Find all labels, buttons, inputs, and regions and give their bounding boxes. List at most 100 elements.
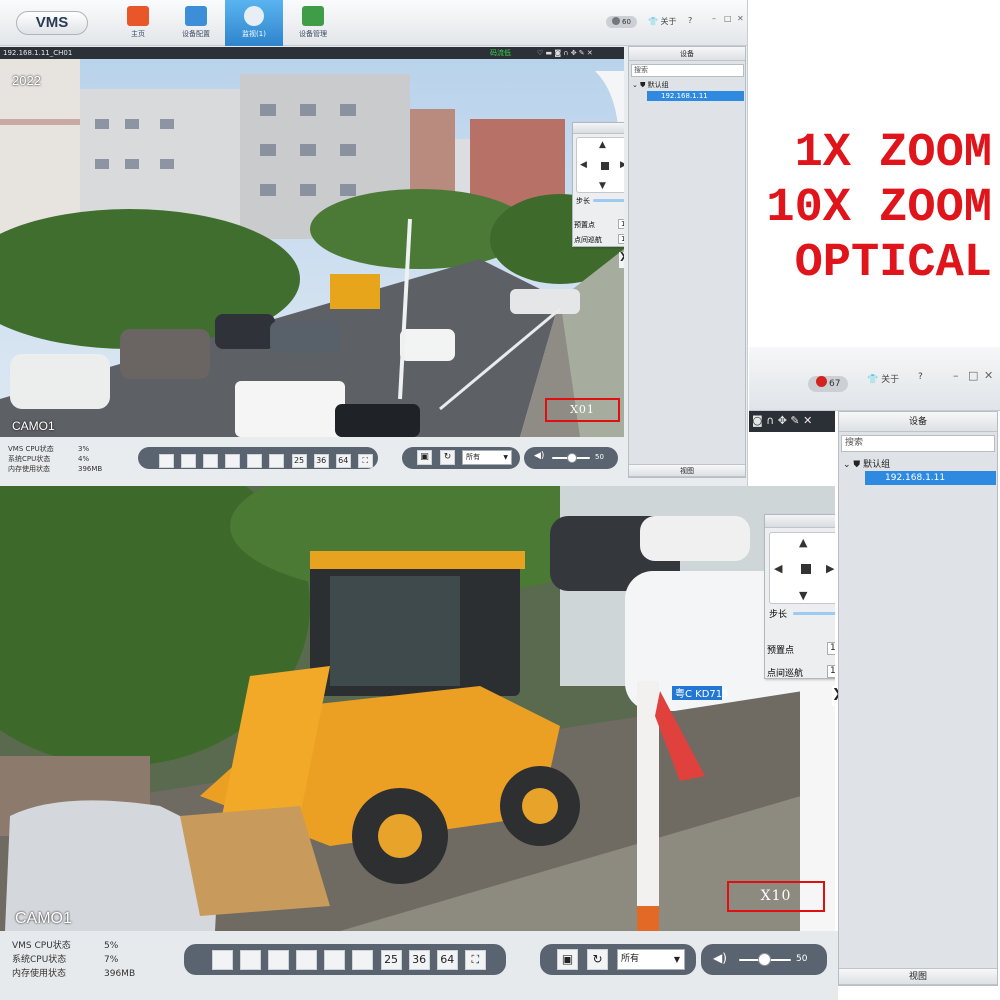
speaker-icon[interactable]: ◀) — [534, 451, 544, 461]
right-arrow-icon[interactable]: ▶ — [620, 160, 624, 170]
volume-knob-10x[interactable] — [758, 953, 771, 966]
layout-64-button[interactable]: 64 — [436, 949, 458, 970]
camera-name-overlay: CAMO1 — [12, 419, 55, 433]
stop-icon[interactable] — [601, 162, 609, 170]
camera-name-overlay-10x: CAMO1 — [15, 910, 72, 927]
cruise-select-10x[interactable]: 1 — [827, 665, 835, 678]
preset-select-10x[interactable]: 1 — [827, 642, 835, 655]
preset-label: 预置点 — [574, 221, 595, 229]
preset-select[interactable]: 1 — [618, 219, 624, 229]
plate-text: 粤C KD715 — [675, 687, 729, 700]
minimize-icon[interactable]: – — [953, 369, 959, 382]
cruise-select[interactable]: 1 — [618, 234, 624, 244]
save-icon[interactable]: ▣ — [557, 949, 578, 970]
down-arrow-icon[interactable]: ▼ — [599, 181, 606, 191]
volume-toolbar: ◀) 50 — [524, 447, 618, 469]
left-arrow-icon[interactable]: ◀ — [580, 160, 587, 170]
alarm-icon — [612, 17, 620, 25]
vms-cpu-value-10x: 5% — [104, 941, 119, 951]
panel-expand-icon[interactable]: ❯ — [619, 252, 624, 268]
ptz-direction-pad-10x[interactable]: ▲ ▼ ◀ ▶ — [769, 532, 835, 604]
step-slider-10x[interactable] — [793, 612, 835, 615]
help-button[interactable]: ? — [688, 16, 692, 25]
fullscreen-icon[interactable]: ⛶ — [357, 453, 373, 468]
refresh-icon[interactable]: ↻ — [587, 949, 608, 970]
right-arrow-icon[interactable]: ▶ — [826, 562, 834, 575]
nav-monitor[interactable]: 监视(1) — [225, 0, 283, 46]
maximize-icon[interactable]: □ — [968, 369, 978, 382]
stream-select-10x[interactable]: 所有 ▼ — [617, 949, 685, 970]
tree-group[interactable]: ⌄ ⛊ 默认组 — [632, 80, 669, 90]
layout-9-button[interactable] — [247, 453, 263, 468]
video-view-1x[interactable]: 192.168.1.11_CH01 码流低 ♡ ▬ ◙ ∩ ✥ ✎ ✕ 2022… — [0, 47, 624, 437]
minimize-icon[interactable]: – — [712, 14, 716, 23]
layout-8-button[interactable] — [296, 949, 318, 970]
device-search-input[interactable]: 搜索 — [631, 64, 744, 77]
close-icon[interactable]: ✕ — [737, 14, 744, 23]
ptz-panel: 云台 ✕ ▲ ▼ ◀ ▶ ◭ 变倍 ▲ ● 光圈 ○ ● 焦距 ◐ 步长 — [572, 122, 624, 247]
layout-9-button[interactable] — [324, 949, 346, 970]
layout-6-button[interactable] — [268, 949, 290, 970]
nav-home[interactable]: 主页 — [109, 0, 167, 46]
layout-8-button[interactable] — [225, 453, 241, 468]
close-icon[interactable]: ✕ — [984, 369, 993, 382]
toolbar-icons-10x[interactable]: ◙ ∩ ✥ ✎ ✕ — [752, 414, 812, 427]
tree-expand-icon: ⌄ — [632, 81, 638, 89]
step-slider[interactable] — [593, 199, 624, 202]
ptz-panel-10x: 云台 ✕ ▲ ▼ ◀ ▶ ◭ 变倍 ▲ ● 光圈 ○ ● 焦距 ◐ 步长 5 预… — [764, 514, 835, 679]
zoom-level-box: X01 — [545, 398, 620, 422]
video-view-10x[interactable]: 粤C KD715 CAMO1 X10 云台 ✕ — [0, 486, 835, 931]
up-arrow-icon[interactable]: ▲ — [599, 140, 606, 150]
save-icon[interactable]: ▣ — [417, 450, 432, 465]
video-toolbar-10x: ◙ ∩ ✥ ✎ ✕ — [749, 411, 835, 432]
tree-group-10x[interactable]: ⌄ ⛊ 默认组 — [843, 457, 890, 470]
view-tab[interactable]: 视图 — [629, 464, 745, 477]
nav-device-manage[interactable]: 设备管理 — [284, 0, 342, 46]
left-arrow-icon[interactable]: ◀ — [774, 562, 782, 575]
volume-knob[interactable] — [567, 453, 577, 463]
layout-16-button[interactable] — [269, 453, 285, 468]
layout-25-button[interactable]: 25 — [380, 949, 402, 970]
help-button-10x[interactable]: ? — [918, 372, 923, 382]
memory-label-10x: 内存使用状态 — [12, 969, 67, 979]
tree-device-item-10x[interactable]: 192.168.1.11 — [865, 471, 996, 485]
cruise-label-10x: 点间巡航 — [767, 669, 804, 679]
down-arrow-icon[interactable]: ▼ — [799, 589, 807, 602]
vms-cpu-label: VMS CPU状态 — [8, 445, 54, 453]
ptz-title: 云台 — [573, 123, 624, 134]
layout-64-button[interactable]: 64 — [335, 453, 351, 468]
zoom-callout-text: 1X ZOOM 10X ZOOM OPTICAL — [722, 126, 992, 291]
about-button[interactable]: 👕 关于 — [648, 16, 677, 27]
channel-title: 192.168.1.11_CH01 — [3, 49, 73, 57]
toolbar-icons[interactable]: ♡ ▬ ◙ ∩ ✥ ✎ ✕ — [537, 47, 593, 59]
callout-line-3: OPTICAL — [794, 237, 992, 290]
alarm-count-10x: 67 — [829, 379, 841, 389]
title-bar-10x: 67 👕 关于 ? – □ ✕ — [749, 347, 1000, 411]
layout-6-button[interactable] — [203, 453, 219, 468]
layout-1-button[interactable] — [159, 453, 174, 468]
layout-36-button[interactable]: 36 — [313, 453, 329, 468]
fullscreen-icon[interactable]: ⛶ — [464, 949, 486, 970]
layout-36-button[interactable]: 36 — [408, 949, 430, 970]
speaker-icon[interactable]: ◀) — [713, 951, 727, 965]
device-search-input-10x[interactable]: 搜索 — [841, 435, 995, 452]
view-tab-10x[interactable]: 视图 — [839, 968, 997, 985]
about-button-10x[interactable]: 👕 关于 — [867, 372, 899, 385]
layout-16-button[interactable] — [352, 949, 374, 970]
ptz-direction-pad[interactable]: ▲ ▼ ◀ ▶ — [576, 137, 624, 193]
layout-1-button[interactable] — [212, 949, 233, 970]
up-arrow-icon[interactable]: ▲ — [799, 536, 807, 549]
layout-4-button[interactable] — [240, 949, 262, 970]
alarm-badge[interactable]: 60 — [606, 16, 637, 28]
alarm-badge-10x[interactable]: 67 — [808, 371, 849, 392]
nav-device-config[interactable]: 设备配置 — [167, 0, 225, 46]
device-manage-icon — [302, 6, 324, 26]
refresh-icon[interactable]: ↻ — [440, 450, 455, 465]
tree-device-item[interactable]: 192.168.1.11 — [647, 91, 744, 101]
stream-select[interactable]: 所有 ▼ — [462, 450, 512, 465]
maximize-icon[interactable]: □ — [724, 14, 732, 23]
stop-icon[interactable] — [801, 564, 811, 574]
layout-25-button[interactable]: 25 — [291, 453, 307, 468]
zoom-level-box-10x: X10 — [727, 881, 825, 912]
layout-4-button[interactable] — [181, 453, 197, 468]
